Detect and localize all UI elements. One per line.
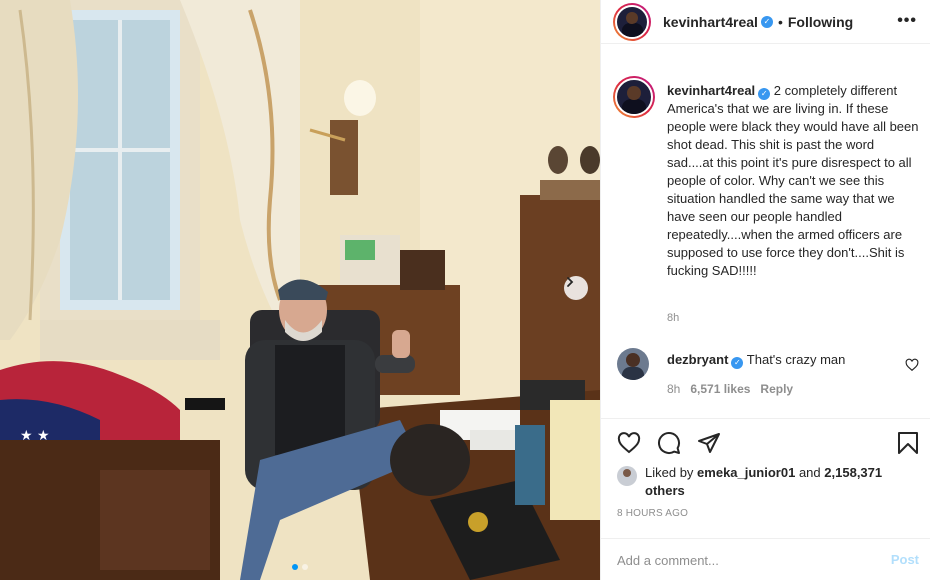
comment-time[interactable]: 8h [667,382,680,396]
carousel-dot [302,564,308,570]
post-actions-bar [601,418,930,468]
save-bookmark-icon[interactable] [897,431,919,455]
chevron-right-icon [567,277,574,287]
verified-badge-icon: ✓ [731,357,744,369]
following-button[interactable]: Following [788,14,853,30]
likes-and: and [798,465,821,480]
commenter-username[interactable]: dezbryant [667,352,728,367]
carousel-next-button[interactable] [564,276,588,300]
comment-bubble-icon[interactable] [657,431,681,455]
carousel-dot-active [292,564,298,570]
comment-reply-button[interactable]: Reply [760,382,793,396]
likes-text: Liked by emeka_junior01 and 2,158,371 ot… [645,464,917,500]
commenter-avatar[interactable] [617,348,649,380]
post-comment-button[interactable]: Post [891,552,919,567]
post-caption: kevinhart4real ✓ 2 completely different A… [613,76,923,324]
share-paper-plane-icon[interactable] [697,431,721,455]
carousel-indicator [0,564,600,570]
caption-body: 2 completely different America's that we… [667,83,919,278]
comment-likes[interactable]: 6,571 likes [690,382,750,396]
comment-text-block: dezbryant ✓ That's crazy man [667,352,845,369]
like-heart-icon[interactable] [617,431,641,455]
header-separator: • [777,13,783,30]
verified-badge-icon: ✓ [758,88,771,100]
author-username[interactable]: kevinhart4real [663,14,758,30]
post-photo[interactable]: ★ ★ ★ ★ ★ ★ ★ [0,0,600,580]
caption-author-avatar[interactable] [613,76,655,118]
photo-illustration: ★ ★ ★ ★ ★ ★ ★ [0,0,600,580]
caption-timestamp[interactable]: 8h [667,312,679,324]
verified-badge-icon: ✓ [760,15,773,28]
comment-input[interactable] [617,549,867,571]
caption-text-block: kevinhart4real ✓ 2 completely different A… [667,76,923,280]
post-header: kevinhart4real ✓ • Following ••• [601,0,930,44]
liker-avatar[interactable] [617,466,637,486]
likes-prefix: Liked by [645,465,694,480]
more-options-icon[interactable]: ••• [897,13,917,29]
comment-meta: 8h 6,571 likes Reply [667,382,793,396]
post-side-panel: kevinhart4real ✓ • Following ••• kevinha… [600,0,930,580]
author-avatar[interactable] [613,2,651,41]
comment-like-heart-icon[interactable] [905,358,919,372]
post-timestamp[interactable]: 8 HOURS AGO [617,508,688,519]
add-comment-bar: Post [601,538,930,580]
likes-summary: Liked by emeka_junior01 and 2,158,371 ot… [617,464,917,500]
comment-body: That's crazy man [746,352,846,367]
caption-username[interactable]: kevinhart4real [667,83,755,98]
liker-username[interactable]: emeka_junior01 [697,465,795,480]
